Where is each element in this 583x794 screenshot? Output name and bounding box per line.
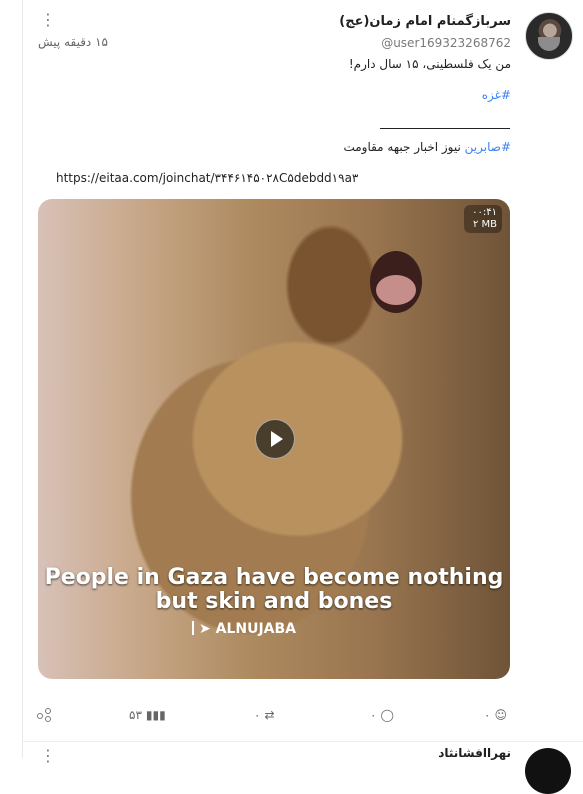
- video-caption-line-2: but skin and bones: [155, 589, 393, 614]
- comment-button[interactable]: ۰ ◯: [370, 705, 394, 725]
- hashtag-saberin[interactable]: #صابرین: [465, 140, 511, 154]
- video-subject-lip: [376, 275, 416, 305]
- next-feed-post: نهراافشانثاد ⋮: [22, 741, 583, 794]
- video-caption-line-1: People in Gaza have become nothing: [44, 565, 504, 590]
- hashtag-gaza[interactable]: #غزه: [482, 88, 511, 102]
- news-text: نیوز اخبار جبهه مقاومت: [343, 140, 465, 154]
- author-avatar[interactable]: [525, 12, 573, 60]
- news-line: #صابرین نیوز اخبار جبهه مقاومت: [343, 140, 511, 154]
- video-duration: ۰۰:۴۱: [472, 207, 497, 218]
- post-separator: [380, 128, 510, 129]
- brand-divider: [192, 621, 194, 635]
- feed-post: سربازگمنام امام زمان(عج) @user1693232687…: [22, 0, 583, 740]
- share-icon: [37, 708, 51, 722]
- join-link[interactable]: https://eitaa.com/joinchat/۳۴۴۶۱۴۵۰۲۸C۵d…: [56, 171, 358, 185]
- post-video[interactable]: ۰۰:۴۱ ۲ MB People in Gaza have become no…: [38, 199, 510, 679]
- post-body-line: من یک فلسطینی، ۱۵ سال دارم!: [348, 57, 511, 71]
- reaction-button[interactable]: ۰ ☺: [484, 705, 507, 725]
- play-button-icon[interactable]: [255, 419, 295, 459]
- share-button[interactable]: [37, 705, 51, 725]
- telegram-icon: ➤: [199, 621, 216, 637]
- video-meta-badge: ۰۰:۴۱ ۲ MB: [464, 205, 502, 233]
- comment-icon: ◯: [380, 708, 394, 722]
- more-options-icon[interactable]: ⋮: [40, 12, 56, 28]
- views-value: ۵۳: [129, 708, 142, 722]
- post-actions: ۵۳ ▮▮▮ ۰ ⇄ ۰ ◯ ۰ ☺: [22, 703, 583, 727]
- next-more-options-icon[interactable]: ⋮: [40, 746, 56, 765]
- emoji-icon: ☺: [494, 708, 507, 722]
- post-time: ۱۵ دقیقه پیش: [38, 35, 108, 49]
- repost-button[interactable]: ۰ ⇄: [254, 705, 275, 725]
- video-size: ۲ MB: [472, 219, 497, 230]
- repost-icon: ⇄: [264, 708, 275, 722]
- author-handle[interactable]: @user169323268762: [381, 36, 511, 50]
- video-brand: ➤ ALNUJABA: [192, 621, 296, 637]
- views-count: ۵۳ ▮▮▮: [129, 705, 166, 725]
- author-name[interactable]: سربازگمنام امام زمان(عج): [339, 14, 511, 29]
- reposts-value: ۰: [254, 708, 261, 722]
- chart-icon: ▮▮▮: [145, 708, 166, 722]
- comments-value: ۰: [370, 708, 377, 722]
- avatar-beard: [538, 37, 560, 51]
- next-author-avatar[interactable]: [525, 748, 571, 794]
- brand-name: ALNUJABA: [215, 621, 296, 637]
- reactions-value: ۰: [484, 708, 491, 722]
